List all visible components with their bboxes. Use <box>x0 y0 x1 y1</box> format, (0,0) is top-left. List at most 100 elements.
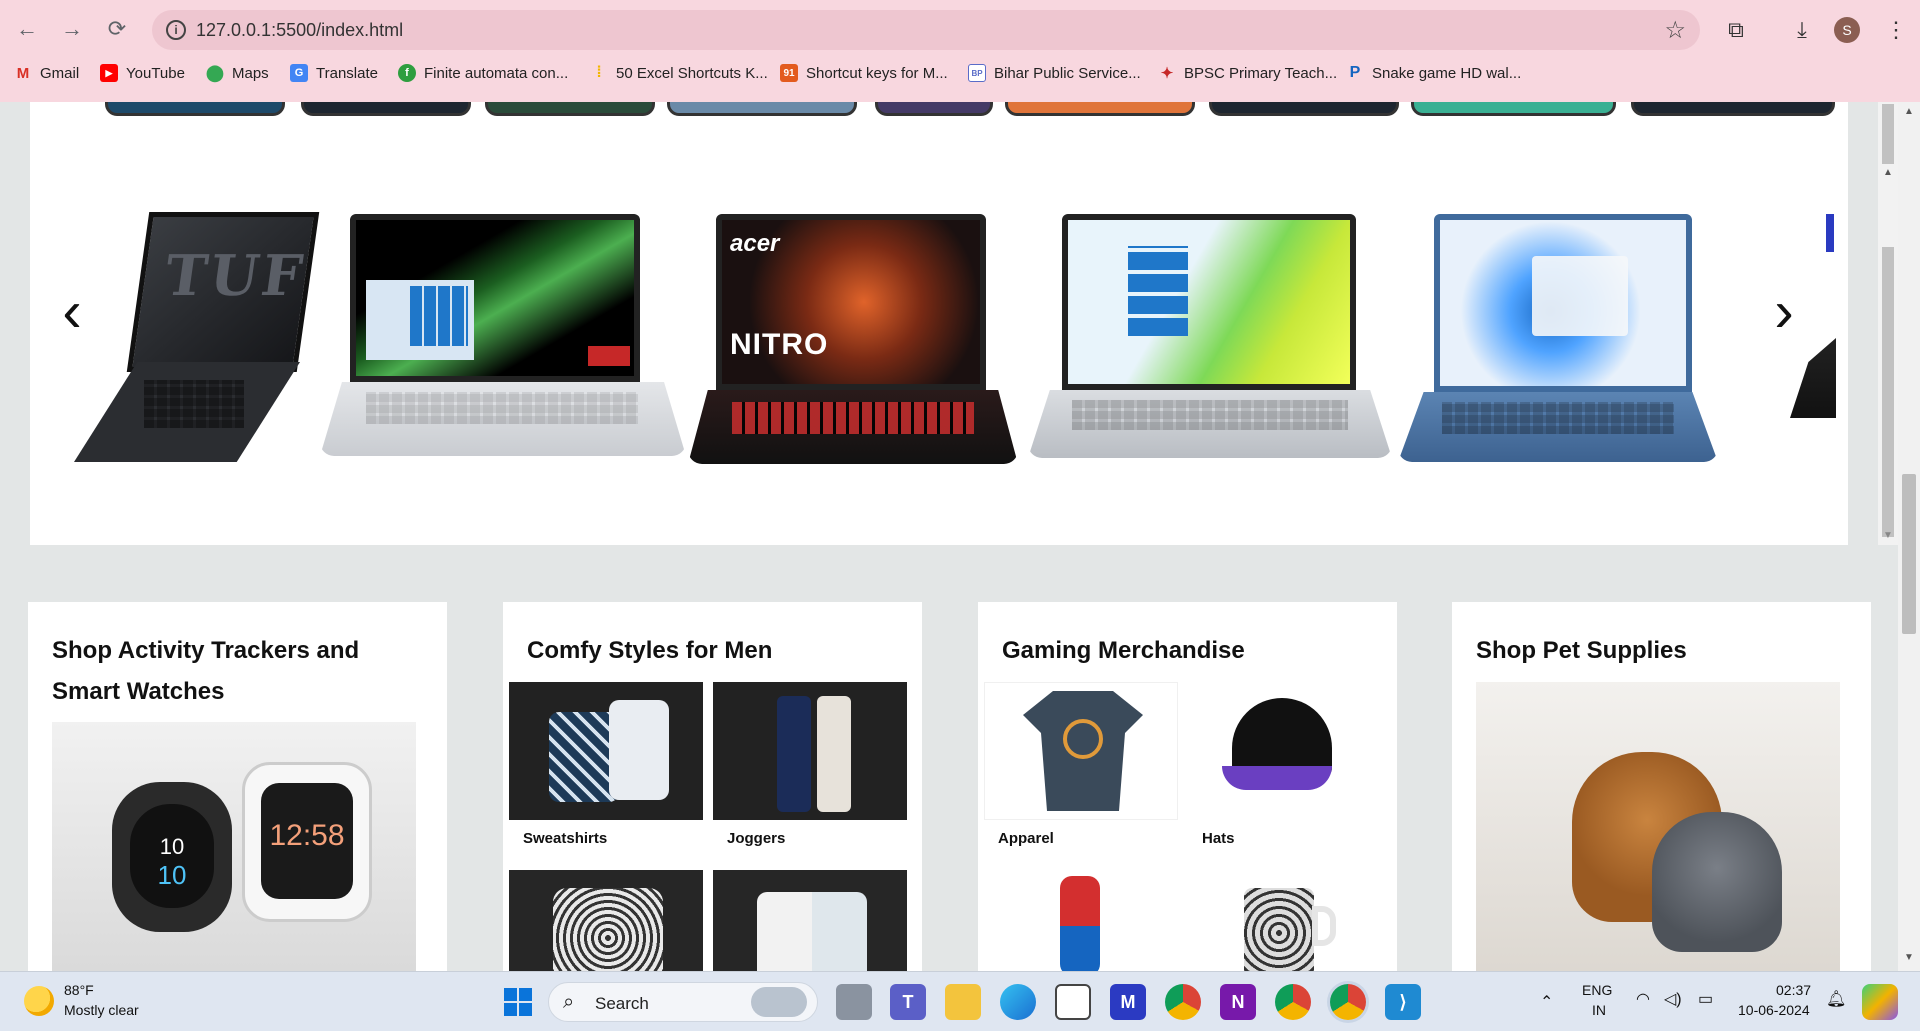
edge-icon[interactable] <box>1000 984 1036 1020</box>
site-icon: P <box>1349 64 1361 81</box>
laptop-tuf[interactable]: TUF <box>74 212 320 462</box>
bookmarks-bar: M Gmail ▶ YouTube ⬤ Maps G Translate f F… <box>0 64 1920 90</box>
chrome-active-icon[interactable] <box>1330 984 1366 1020</box>
laptop-acer-swift[interactable] <box>320 214 686 464</box>
phone-image <box>1411 102 1616 116</box>
profile-avatar[interactable]: S <box>1834 17 1860 43</box>
bookmark-excel-shortcuts[interactable]: ⁞ 50 Excel Shortcuts K... <box>590 64 768 82</box>
chrome-icon[interactable] <box>1165 984 1201 1020</box>
scrollbar-thumb[interactable] <box>1902 474 1916 634</box>
volume-icon[interactable]: ◁) <box>1664 989 1682 1009</box>
scroll-up-arrow-icon[interactable]: ▲ <box>1883 167 1893 178</box>
extensions-icon[interactable]: ⧉ <box>1720 14 1752 46</box>
bookmark-maps[interactable]: ⬤ Maps <box>206 64 269 83</box>
pet-supplies-image[interactable] <box>1476 682 1840 971</box>
menu-icon[interactable]: ⋮ <box>1880 14 1912 46</box>
scroll-up-arrow-icon[interactable]: ▲ <box>1904 106 1914 117</box>
taskbar: 88°F Mostly clear ⌕ Search T M N ⟩ ⌃ ENG… <box>0 971 1920 1031</box>
teams-icon[interactable]: T <box>890 984 926 1020</box>
address-bar[interactable]: i 127.0.0.1:5500/index.html ☆ <box>152 10 1700 50</box>
smartwatch-image[interactable]: 10 10 12:58 <box>52 722 416 971</box>
app-icon[interactable]: M <box>1110 984 1146 1020</box>
bookmark-label: Finite automata con... <box>424 64 569 82</box>
language-bottom[interactable]: IN <box>1592 1002 1606 1018</box>
bookmark-youtube[interactable]: ▶ YouTube <box>100 64 185 82</box>
watch-white: 12:58 <box>242 762 372 922</box>
chevron-right-icon: › <box>1774 279 1794 344</box>
wifi-icon[interactable]: ◠ <box>1636 989 1650 1009</box>
bookmark-label: BPSC Primary Teach... <box>1184 64 1338 82</box>
page-scrollbar[interactable]: ▲ ▼ <box>1898 102 1920 971</box>
battery-icon[interactable]: ▭ <box>1698 989 1713 1009</box>
card-gaming-merchandise[interactable]: Gaming Merchandise Apparel Hats <box>978 602 1397 971</box>
hats-image[interactable] <box>1188 682 1382 820</box>
tile-label-sweatshirts[interactable]: Sweatshirts <box>523 830 607 847</box>
store-icon[interactable] <box>1055 984 1091 1020</box>
taskbar-search[interactable]: ⌕ Search <box>548 982 818 1022</box>
weather-desc[interactable]: Mostly clear <box>64 1002 139 1018</box>
onenote-icon[interactable]: N <box>1220 984 1256 1020</box>
chrome-profile-icon[interactable] <box>1275 984 1311 1020</box>
download-icon[interactable]: ⤓ <box>1786 14 1818 46</box>
bookmark-bpsc-teacher[interactable]: ✦ BPSC Primary Teach... <box>1158 64 1338 83</box>
bookmark-gmail[interactable]: M Gmail <box>14 64 79 82</box>
task-view-icon[interactable] <box>836 984 872 1020</box>
forward-icon[interactable]: → <box>57 14 87 44</box>
vscode-icon[interactable]: ⟩ <box>1385 984 1421 1020</box>
bookmark-shortcut-keys[interactable]: 91 Shortcut keys for M... <box>780 64 948 82</box>
sweatshirts-image[interactable] <box>509 682 703 820</box>
bookmark-label: 50 Excel Shortcuts K... <box>616 64 768 82</box>
card-comfy-styles-men[interactable]: Comfy Styles for Men Sweatshirts Joggers <box>503 602 922 971</box>
scrollbar-thumb[interactable] <box>1882 104 1894 164</box>
bookmark-star-icon[interactable]: ☆ <box>1664 16 1686 45</box>
site-info-icon[interactable]: i <box>166 20 186 40</box>
site-icon: f <box>398 64 416 82</box>
notification-bell-icon[interactable]: 🔔︎ <box>1826 989 1846 1009</box>
carousel-scrollbar[interactable]: ▲ ▼ <box>1878 102 1898 545</box>
file-explorer-icon[interactable] <box>945 984 981 1020</box>
scroll-down-arrow-icon[interactable]: ▼ <box>1904 952 1914 963</box>
address-url[interactable]: 127.0.0.1:5500/index.html <box>196 20 403 41</box>
bookmark-translate[interactable]: G Translate <box>290 64 378 82</box>
phone-image <box>485 102 655 116</box>
weather-moon-icon[interactable] <box>24 986 54 1016</box>
mugs-image[interactable] <box>1188 870 1382 971</box>
windows-start-icon[interactable] <box>500 984 536 1020</box>
laptop-acer-aspire[interactable] <box>1028 214 1392 464</box>
tile-label-hats[interactable]: Hats <box>1202 830 1235 847</box>
language-top[interactable]: ENG <box>1582 982 1612 998</box>
laptop-partial[interactable] <box>1790 338 1836 418</box>
apparel-image[interactable] <box>984 682 1178 820</box>
laptop-base <box>74 362 300 462</box>
scrollbar-thumb[interactable] <box>1882 247 1894 537</box>
watch-time-small: 10 <box>157 860 187 890</box>
laptop-lenovo-ideapad[interactable] <box>1398 214 1718 464</box>
clock-time[interactable]: 02:37 <box>1776 982 1811 998</box>
carousel-next-button[interactable]: › <box>1764 282 1804 342</box>
site-icon: ⁞ <box>596 64 602 81</box>
bookmark-bihar-psc[interactable]: BP Bihar Public Service... <box>968 64 1141 82</box>
copilot-icon[interactable] <box>1862 984 1898 1020</box>
tile-label-joggers[interactable]: Joggers <box>727 830 785 847</box>
cat-shape <box>1652 812 1782 952</box>
clock-date[interactable]: 10-06-2024 <box>1738 1002 1810 1018</box>
page-content: ‹ › TUF acer NITRO ▲ ▼ Shop Activity Tra… <box>0 102 1920 971</box>
weather-temp[interactable]: 88°F <box>64 982 94 998</box>
tshirts-image[interactable] <box>713 870 907 971</box>
back-icon[interactable]: ← <box>12 14 42 44</box>
search-highlight-icon <box>751 987 807 1017</box>
bookmark-finite-automata[interactable]: f Finite automata con... <box>398 64 568 82</box>
laptop-base <box>688 390 1018 464</box>
reload-icon[interactable]: ⟳ <box>102 14 132 44</box>
cardigans-image[interactable] <box>509 870 703 971</box>
laptop-acer-nitro[interactable]: acer NITRO <box>688 214 1018 464</box>
card-pet-supplies[interactable]: Shop Pet Supplies <box>1452 602 1871 971</box>
card-activity-trackers[interactable]: Shop Activity Trackers and Smart Watches… <box>28 602 447 971</box>
site-icon: BP <box>968 64 986 82</box>
bookmark-snake-game[interactable]: P Snake game HD wal... <box>1346 64 1522 82</box>
tile-label-apparel[interactable]: Apparel <box>998 830 1054 847</box>
joggers-image[interactable] <box>713 682 907 820</box>
chevron-up-icon[interactable]: ⌃ <box>1540 992 1553 1012</box>
scroll-down-arrow-icon[interactable]: ▼ <box>1883 530 1893 541</box>
figures-image[interactable] <box>984 870 1178 971</box>
